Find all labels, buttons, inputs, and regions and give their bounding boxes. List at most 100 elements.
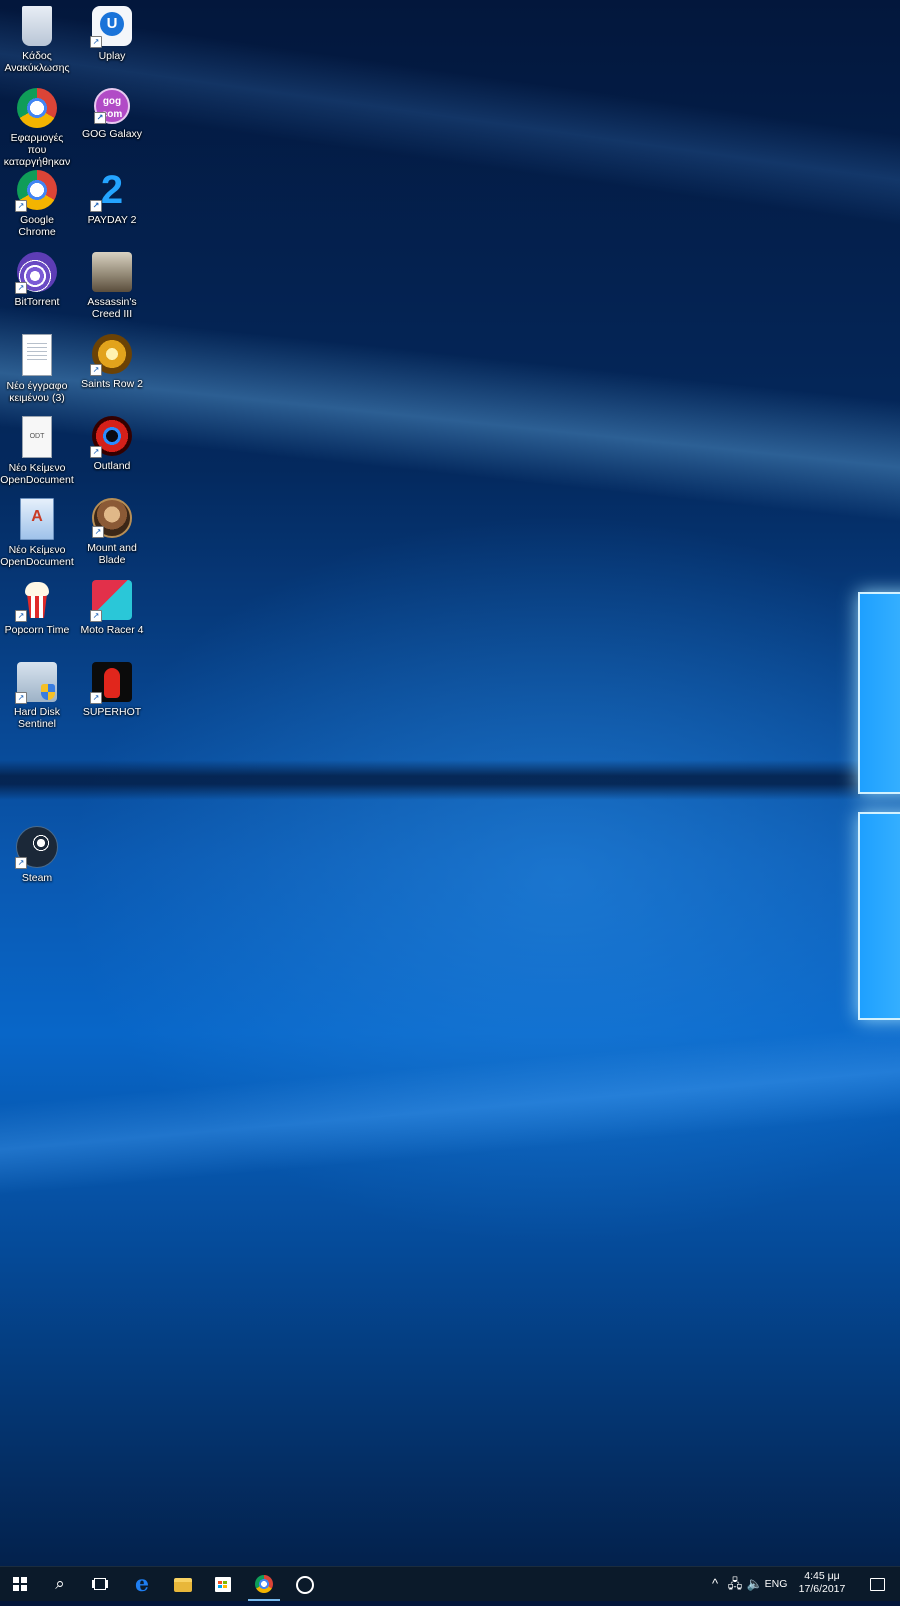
notification-icon: [869, 1578, 885, 1591]
edge-icon: e: [135, 1571, 149, 1597]
desktop-icon-label: BitTorrent: [14, 296, 60, 308]
taskbar-chrome-button[interactable]: [244, 1567, 284, 1601]
desktop-icon-label: Hard Disk Sentinel: [13, 706, 61, 730]
desktop-icon-saints-row-2[interactable]: ↗ Saints Row 2: [75, 328, 149, 390]
network-button[interactable]: 🖧: [726, 1567, 744, 1601]
desktop-icon-label: Steam: [21, 872, 53, 884]
moto-racer-icon: ↗: [90, 580, 132, 622]
desktop-icon-mount-and-blade[interactable]: ↗ Mount and Blade: [75, 492, 149, 566]
desktop-icon-label: Uplay: [98, 50, 126, 62]
shortcut-arrow-icon: ↗: [15, 610, 27, 622]
shortcut-arrow-icon: ↗: [15, 857, 27, 869]
desktop-icon-popcorn-time[interactable]: ↗ Popcorn Time: [0, 574, 74, 636]
taskbar-file-explorer-button[interactable]: [163, 1567, 203, 1601]
desktop-icon-writer-document[interactable]: A Νέο Κείμενο OpenDocument: [0, 492, 74, 568]
shortcut-arrow-icon: ↗: [15, 282, 27, 294]
shortcut-arrow-icon: ↗: [94, 112, 106, 124]
desktop-icon-label: Εφαρμογές που καταργήθηκαν: [3, 132, 71, 168]
desktop-icon-outland[interactable]: ↗ Outland: [75, 410, 149, 472]
text-document-icon: [22, 334, 52, 376]
hard-disk-sentinel-icon: ↗: [15, 662, 57, 704]
desktop-icon-recycle-bin[interactable]: Κάδος Ανακύκλωσης: [0, 0, 74, 74]
uplay-icon: ↗: [90, 6, 132, 48]
chrome-icon: ↗: [15, 170, 57, 212]
chevron-up-icon: ^: [711, 1576, 719, 1591]
popcorn-icon: ↗: [15, 580, 57, 622]
network-icon: 🖧: [727, 1576, 743, 1591]
desktop-icon-assassins-creed-3[interactable]: Assassin's Creed III: [75, 246, 149, 320]
windows-start-icon: [13, 1577, 27, 1591]
wallpaper-windows-logo-pane: [858, 592, 900, 794]
desktop-icon-label: Κάδος Ανακύκλωσης: [4, 50, 70, 74]
start-button[interactable]: [0, 1567, 40, 1601]
shortcut-arrow-icon: ↗: [15, 200, 27, 212]
input-language-button[interactable]: ENG: [762, 1567, 790, 1601]
clock-time: 4:45 μμ: [804, 1570, 840, 1582]
desktop-icon-label: Νέο έγγραφο κειμένου (3): [6, 380, 68, 404]
clock-button[interactable]: 4:45 μμ 17/6/2017: [792, 1570, 852, 1604]
odt-document-icon: ODT: [22, 416, 52, 458]
shortcut-arrow-icon: ↗: [90, 610, 102, 622]
volume-icon: 🔈: [746, 1576, 764, 1591]
desktop-icon-removed-apps[interactable]: Εφαρμογές που καταργήθηκαν: [0, 82, 74, 168]
wallpaper-windows-logo-pane: [858, 812, 900, 1020]
desktop-icon-hard-disk-sentinel[interactable]: ↗ Hard Disk Sentinel: [0, 656, 74, 730]
desktop-icon-label: Outland: [93, 460, 131, 472]
mount-and-blade-icon: ↗: [92, 498, 132, 538]
steam-icon: ↗: [15, 826, 58, 869]
desktop-icon-text-document[interactable]: Νέο έγγραφο κειμένου (3): [0, 328, 74, 404]
outland-icon: ↗: [90, 416, 132, 458]
store-icon: [215, 1577, 231, 1592]
desktop-icon-label: SUPERHOT: [82, 706, 142, 718]
shortcut-arrow-icon: ↗: [92, 526, 104, 538]
assassins-creed-icon: [92, 252, 132, 292]
desktop-icon-label: Νέο Κείμενο OpenDocument: [0, 544, 74, 568]
desktop-icon-google-chrome[interactable]: ↗ Google Chrome: [0, 164, 74, 238]
recycle-bin-icon: [22, 6, 52, 46]
desktop-icon-odt-document[interactable]: ODT Νέο Κείμενο OpenDocument: [0, 410, 74, 486]
bittorrent-icon: ↗: [15, 252, 57, 294]
desktop-icon-label: Mount and Blade: [87, 542, 137, 566]
shortcut-arrow-icon: ↗: [90, 692, 102, 704]
wallpaper-dark-band: [0, 760, 860, 800]
shortcut-arrow-icon: ↗: [90, 446, 102, 458]
desktop[interactable]: Κάδος Ανακύκλωσης Εφαρμογές που καταργήθ…: [0, 0, 900, 1566]
show-hidden-icons-button[interactable]: ^: [706, 1567, 724, 1601]
desktop-icon-bittorrent[interactable]: ↗ BitTorrent: [0, 246, 74, 308]
desktop-icon-label: Popcorn Time: [4, 624, 70, 636]
desktop-icon-payday-2[interactable]: 2 ↗ PAYDAY 2: [75, 164, 149, 226]
folder-icon: [174, 1578, 192, 1592]
shortcut-arrow-icon: ↗: [90, 364, 102, 376]
action-center-button[interactable]: [860, 1567, 894, 1601]
taskbar-alarms-button[interactable]: [285, 1567, 325, 1601]
alarm-clock-icon: [296, 1576, 314, 1594]
desktop-icon-label: Νέο Κείμενο OpenDocument: [0, 462, 74, 486]
writer-document-icon: A: [20, 498, 54, 540]
saints-row-icon: ↗: [90, 334, 132, 376]
desktop-icon-label: Assassin's Creed III: [87, 296, 137, 320]
shortcut-arrow-icon: ↗: [90, 36, 102, 48]
wallpaper-light-beam: [0, 1010, 900, 1205]
superhot-icon: ↗: [90, 662, 132, 704]
task-view-icon: [94, 1578, 106, 1590]
gog-galaxy-icon: gog com ↗: [94, 88, 130, 124]
shortcut-arrow-icon: ↗: [90, 200, 102, 212]
language-indicator: ENG: [764, 1578, 788, 1590]
desktop-icon-label: GOG Galaxy: [81, 128, 143, 140]
desktop-icon-superhot[interactable]: ↗ SUPERHOT: [75, 656, 149, 718]
desktop-icon-label: PAYDAY 2: [87, 214, 137, 226]
desktop-icon-uplay[interactable]: ↗ Uplay: [75, 0, 149, 62]
payday-icon: 2 ↗: [90, 170, 132, 212]
taskbar-edge-button[interactable]: e: [122, 1567, 162, 1601]
desktop-icon-label: Saints Row 2: [81, 378, 143, 390]
taskbar: ⌕ e ^ 🖧 🔈 ENG 4:45 μμ 17/6/2017: [0, 1566, 900, 1601]
desktop-icon-moto-racer-4[interactable]: ↗ Moto Racer 4: [75, 574, 149, 636]
desktop-icon-gog-galaxy[interactable]: gog com ↗ GOG Galaxy: [75, 82, 149, 140]
chrome-icon: [255, 1575, 273, 1593]
task-view-button[interactable]: [80, 1567, 120, 1601]
shortcut-arrow-icon: ↗: [15, 692, 27, 704]
search-icon: ⌕: [55, 1574, 65, 1593]
desktop-icon-steam[interactable]: ↗ Steam: [0, 820, 74, 884]
taskbar-store-button[interactable]: [203, 1567, 243, 1601]
search-button[interactable]: ⌕: [40, 1567, 80, 1601]
